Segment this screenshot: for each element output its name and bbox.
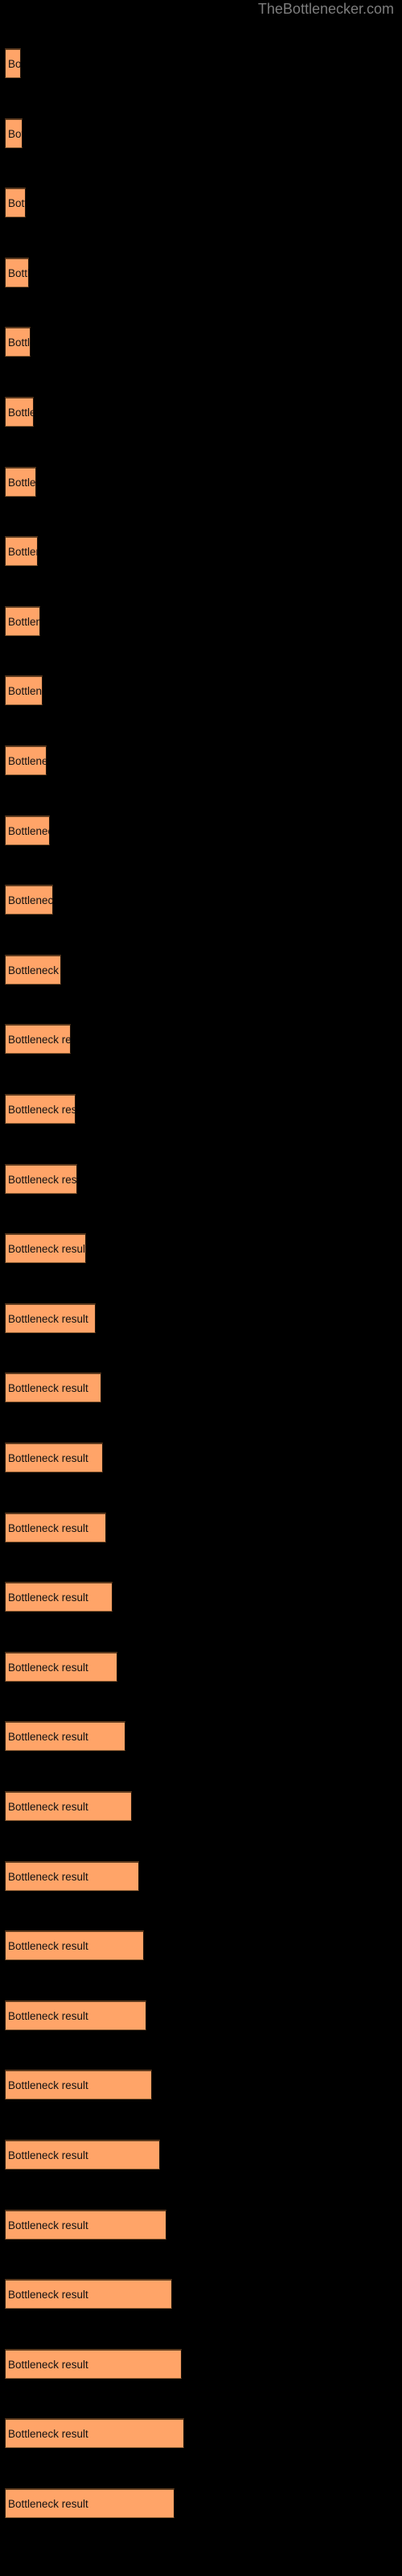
bottleneck-bar-chart: TheBottlenecker.com Bottleneck resultBot…	[0, 0, 402, 2576]
bar-label-clip: Bottleneck result	[5, 1791, 132, 1821]
bar-label-text: Bottleneck result	[8, 685, 43, 698]
bar-label-clip: Bottleneck result	[5, 815, 50, 845]
bar-label-text: Bottleneck result	[8, 1661, 88, 1674]
bar-label-text: Bottleneck result	[8, 1243, 86, 1256]
bar-label-text: Bottleneck result	[8, 58, 21, 70]
bar-label-text: Bottleneck result	[8, 1382, 88, 1395]
bar-label-text: Bottleneck result	[8, 127, 23, 140]
bar-label-clip: Bottleneck result	[5, 1024, 71, 1054]
bar-label-clip: Bottleneck result	[5, 397, 34, 427]
bar-label-text: Bottleneck result	[8, 1452, 88, 1464]
bar-label-text: Bottleneck result	[8, 546, 38, 559]
bar-label-clip: Bottleneck result	[5, 2140, 160, 2169]
bar-label-text: Bottleneck result	[8, 2428, 88, 2441]
bar-label-text: Bottleneck result	[8, 1801, 88, 1813]
bar-label-clip: Bottleneck result	[5, 745, 47, 775]
bar-label-text: Bottleneck result	[8, 824, 50, 837]
bar-label-clip: Bottleneck result	[5, 2210, 166, 2240]
bar-label-clip: Bottleneck result	[5, 885, 53, 914]
bar-label-clip: Bottleneck result	[5, 467, 36, 497]
bar-label-clip: Bottleneck result	[5, 1443, 103, 1472]
bar-label-clip: Bottleneck result	[5, 1233, 86, 1263]
bar-label-clip: Bottleneck result	[5, 1164, 77, 1194]
bar-label-clip: Bottleneck result	[5, 48, 21, 78]
bar-label-text: Bottleneck result	[8, 2289, 88, 2301]
bar-label-clip: Bottleneck result	[5, 2418, 184, 2448]
bar-label-clip: Bottleneck result	[5, 1861, 139, 1891]
bar-label-clip: Bottleneck result	[5, 2349, 182, 2379]
bar-label-text: Bottleneck result	[8, 964, 61, 976]
bar-label-text: Bottleneck result	[8, 476, 36, 489]
bar-label-clip: Bottleneck result	[5, 188, 26, 217]
bar-label-text: Bottleneck result	[8, 615, 40, 628]
bar-label-clip: Bottleneck result	[5, 1094, 76, 1124]
bar-series-container: Bottleneck result Bottleneck result Bottle…	[0, 0, 402, 2576]
bar-label-text: Bottleneck result	[8, 1731, 88, 1744]
bar-label-clip: Bottleneck result	[5, 1652, 117, 1682]
bar-label-text: Bottleneck result	[8, 1870, 88, 1883]
bar-label-clip: Bottleneck result	[5, 327, 31, 357]
bar-label-text: Bottleneck result	[8, 2009, 88, 2022]
bar-label-text: Bottleneck result	[8, 1521, 88, 1534]
bar-label-text: Bottleneck result	[8, 894, 53, 907]
bar-label-text: Bottleneck result	[8, 1940, 88, 1953]
bar-label-text: Bottleneck result	[8, 336, 31, 349]
bar-label-clip: Bottleneck result	[5, 606, 40, 636]
bar-label-text: Bottleneck result	[8, 1034, 71, 1046]
bar-label-text: Bottleneck result	[8, 2149, 88, 2161]
bar-label-text: Bottleneck result	[8, 755, 47, 767]
bar-label-clip: Bottleneck result	[5, 2070, 152, 2099]
bar-label-clip: Bottleneck result	[5, 2000, 146, 2030]
bar-label-text: Bottleneck result	[8, 1104, 76, 1116]
bar-label-clip: Bottleneck result	[5, 118, 23, 148]
bar-label-text: Bottleneck result	[8, 407, 34, 419]
bar-label-clip: Bottleneck result	[5, 1513, 106, 1542]
bar-label-clip: Bottleneck result	[5, 1373, 101, 1402]
bar-label-text: Bottleneck result	[8, 266, 29, 279]
bar-label-clip: Bottleneck result	[5, 2488, 174, 2518]
bar-label-text: Bottleneck result	[8, 2219, 88, 2231]
bar-label-clip: Bottleneck result	[5, 1930, 144, 1960]
bar-label-text: Bottleneck result	[8, 197, 26, 210]
bar-label-clip: Bottleneck result	[5, 675, 43, 705]
bar-label-clip: Bottleneck result	[5, 1303, 96, 1333]
bar-label-clip: Bottleneck result	[5, 536, 38, 566]
bar-label-clip: Bottleneck result	[5, 955, 61, 985]
bar-label-text: Bottleneck result	[8, 2079, 88, 2092]
bar-label-text: Bottleneck result	[8, 2358, 88, 2371]
bar-label-clip: Bottleneck result	[5, 2279, 172, 2309]
bar-label-clip: Bottleneck result	[5, 258, 29, 287]
bar-label-text: Bottleneck result	[8, 1312, 88, 1325]
bar-label-text: Bottleneck result	[8, 1173, 77, 1186]
bar-label-clip: Bottleneck result	[5, 1721, 125, 1751]
bar-label-text: Bottleneck result	[8, 1591, 88, 1604]
bar-label-text: Bottleneck result	[8, 2498, 88, 2510]
bar-label-clip: Bottleneck result	[5, 1582, 113, 1612]
